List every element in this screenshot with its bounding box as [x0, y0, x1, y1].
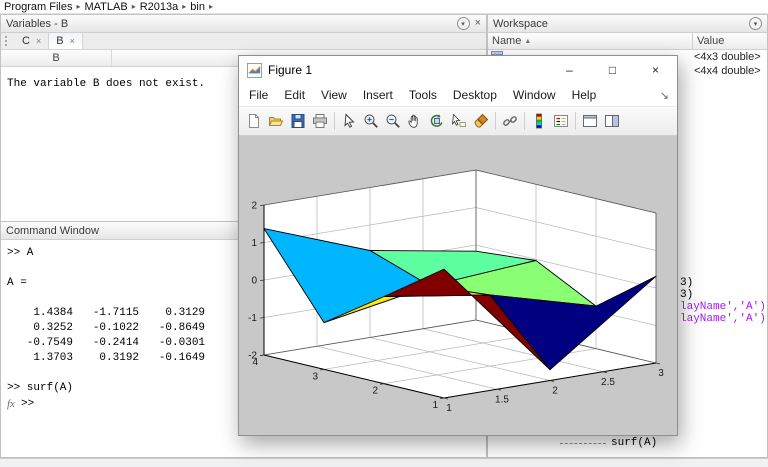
svg-text:2.5: 2.5: [601, 377, 615, 388]
svg-text:2: 2: [251, 201, 257, 212]
toolbar-separator: [524, 112, 525, 130]
variables-message: The variable B does not exist.: [7, 78, 206, 90]
menu-view[interactable]: View: [313, 88, 355, 102]
breadcrumb-separator-icon: ▸: [76, 2, 81, 11]
close-button[interactable]: ×: [634, 56, 677, 84]
toolbar-separator: [334, 112, 335, 130]
editor-code-line: layName','A'): [680, 313, 766, 325]
chevron-down-icon: ▾: [461, 20, 465, 28]
rotate-3d-icon[interactable]: [426, 110, 448, 132]
workspace-variable-value: <4x3 double>: [694, 51, 761, 63]
close-icon[interactable]: ×: [475, 18, 481, 29]
zoom-in-icon[interactable]: [360, 110, 382, 132]
panel-menu-icon[interactable]: ▾: [456, 17, 470, 30]
svg-text:0: 0: [251, 276, 257, 287]
fx-icon: fx: [7, 397, 15, 410]
dock-arrow-icon[interactable]: ↘: [660, 89, 669, 102]
workspace-title: Workspace: [493, 17, 548, 30]
breadcrumb-item[interactable]: MATLAB: [84, 1, 127, 13]
print-figure-icon[interactable]: [309, 110, 331, 132]
figure-app-icon: [247, 62, 262, 78]
minimize-button[interactable]: –: [548, 56, 591, 84]
editor-code-line: 3): [680, 277, 694, 289]
breadcrumb-separator-icon: ▸: [131, 2, 136, 11]
variables-panel-title: Variables - B: [6, 17, 69, 30]
history-separator: [560, 443, 606, 444]
menu-desktop[interactable]: Desktop: [445, 88, 505, 102]
figure-window: Figure 1 – □ × File Edit View Insert Tools De…: [238, 55, 678, 436]
editor-code-line: layName','A'): [680, 301, 766, 313]
menu-tools[interactable]: Tools: [401, 88, 445, 102]
breadcrumb-item[interactable]: R2013a: [140, 1, 179, 13]
breadcrumb-separator-icon: ▸: [182, 2, 187, 11]
save-figure-icon[interactable]: [287, 110, 309, 132]
chevron-down-icon: ▾: [753, 20, 758, 28]
new-figure-icon[interactable]: [243, 110, 265, 132]
insert-legend-icon[interactable]: [550, 110, 572, 132]
workspace-value-column-header[interactable]: Value: [693, 33, 767, 49]
open-file-icon[interactable]: [265, 110, 287, 132]
name-header-label: Name: [492, 35, 522, 47]
breadcrumb: Program Files ▸ MATLAB ▸ R2013a ▸ bin ▸: [0, 0, 768, 14]
hide-plot-tools-icon[interactable]: [579, 110, 601, 132]
prompt-text: >>: [21, 397, 35, 410]
menu-insert[interactable]: Insert: [355, 88, 401, 102]
data-cursor-icon[interactable]: [448, 110, 470, 132]
menu-help[interactable]: Help: [564, 88, 605, 102]
variables-column-header[interactable]: B: [1, 50, 112, 66]
brush-icon[interactable]: [470, 110, 492, 132]
variables-panel-header: Variables - B ▾ ×: [1, 15, 486, 33]
editor-fragment: 3) 3) layName','A') layName','A'): [680, 277, 766, 325]
variables-tab-c[interactable]: C ×: [15, 33, 50, 49]
svg-text:1.5: 1.5: [495, 394, 509, 405]
figure-titlebar[interactable]: Figure 1 – □ ×: [239, 56, 677, 84]
panel-menu-icon[interactable]: ▾: [749, 17, 762, 30]
svg-text:3: 3: [312, 371, 318, 382]
edit-plot-icon[interactable]: [338, 110, 360, 132]
svg-text:1: 1: [446, 403, 452, 414]
svg-text:1: 1: [251, 238, 257, 249]
link-plots-icon[interactable]: [499, 110, 521, 132]
menu-edit[interactable]: Edit: [276, 88, 313, 102]
breadcrumb-item[interactable]: bin: [190, 1, 205, 13]
workspace-variable-value: <4x4 double>: [694, 65, 761, 77]
workspace-header: Workspace ▾: [488, 15, 767, 33]
history-entry: surf(A): [611, 437, 658, 449]
close-icon[interactable]: ×: [70, 36, 75, 46]
variables-tabbar: C × B ×: [1, 33, 486, 50]
matlab-desktop: Program Files ▸ MATLAB ▸ R2013a ▸ bin ▸ Variabl…: [0, 0, 768, 467]
svg-text:2: 2: [372, 386, 378, 397]
tab-label: B: [56, 35, 64, 47]
figure-axes[interactable]: 1 1.5 2 2.5 3 1 2 3 4 -2 -1 0 1 2: [239, 136, 677, 435]
pan-icon[interactable]: [404, 110, 426, 132]
sort-ascending-icon: ▲: [524, 37, 532, 45]
svg-text:-2: -2: [248, 351, 257, 362]
close-icon[interactable]: ×: [36, 36, 41, 46]
menu-file[interactable]: File: [241, 88, 276, 102]
figure-toolbar: [239, 107, 677, 136]
menu-window[interactable]: Window: [505, 88, 564, 102]
insert-colorbar-icon[interactable]: [528, 110, 550, 132]
breadcrumb-item[interactable]: Program Files: [4, 1, 72, 13]
figure-title: Figure 1: [268, 63, 313, 77]
surface-plot: 11.522.531234-2-1012: [248, 169, 664, 414]
tab-label: C: [22, 35, 30, 47]
workspace-name-column-header[interactable]: Name ▲: [488, 33, 693, 49]
variables-tab-b[interactable]: B ×: [49, 33, 83, 49]
toolbar-separator: [495, 112, 496, 130]
workspace-column-headers: Name ▲ Value: [488, 33, 767, 50]
figure-menubar: File Edit View Insert Tools Desktop Window Help…: [239, 84, 677, 107]
toolbar-separator: [575, 112, 576, 130]
breadcrumb-separator-icon: ▸: [208, 2, 213, 11]
tabbar-grip: [5, 36, 10, 46]
svg-text:2: 2: [552, 386, 558, 397]
editor-code-line: 3): [680, 289, 694, 301]
zoom-out-icon[interactable]: [382, 110, 404, 132]
dock-figure-icon[interactable]: [601, 110, 623, 132]
svg-text:1: 1: [432, 400, 438, 411]
svg-text:-1: -1: [248, 313, 257, 324]
maximize-button[interactable]: □: [591, 56, 634, 84]
status-strip: [0, 458, 768, 467]
svg-text:3: 3: [658, 368, 664, 379]
